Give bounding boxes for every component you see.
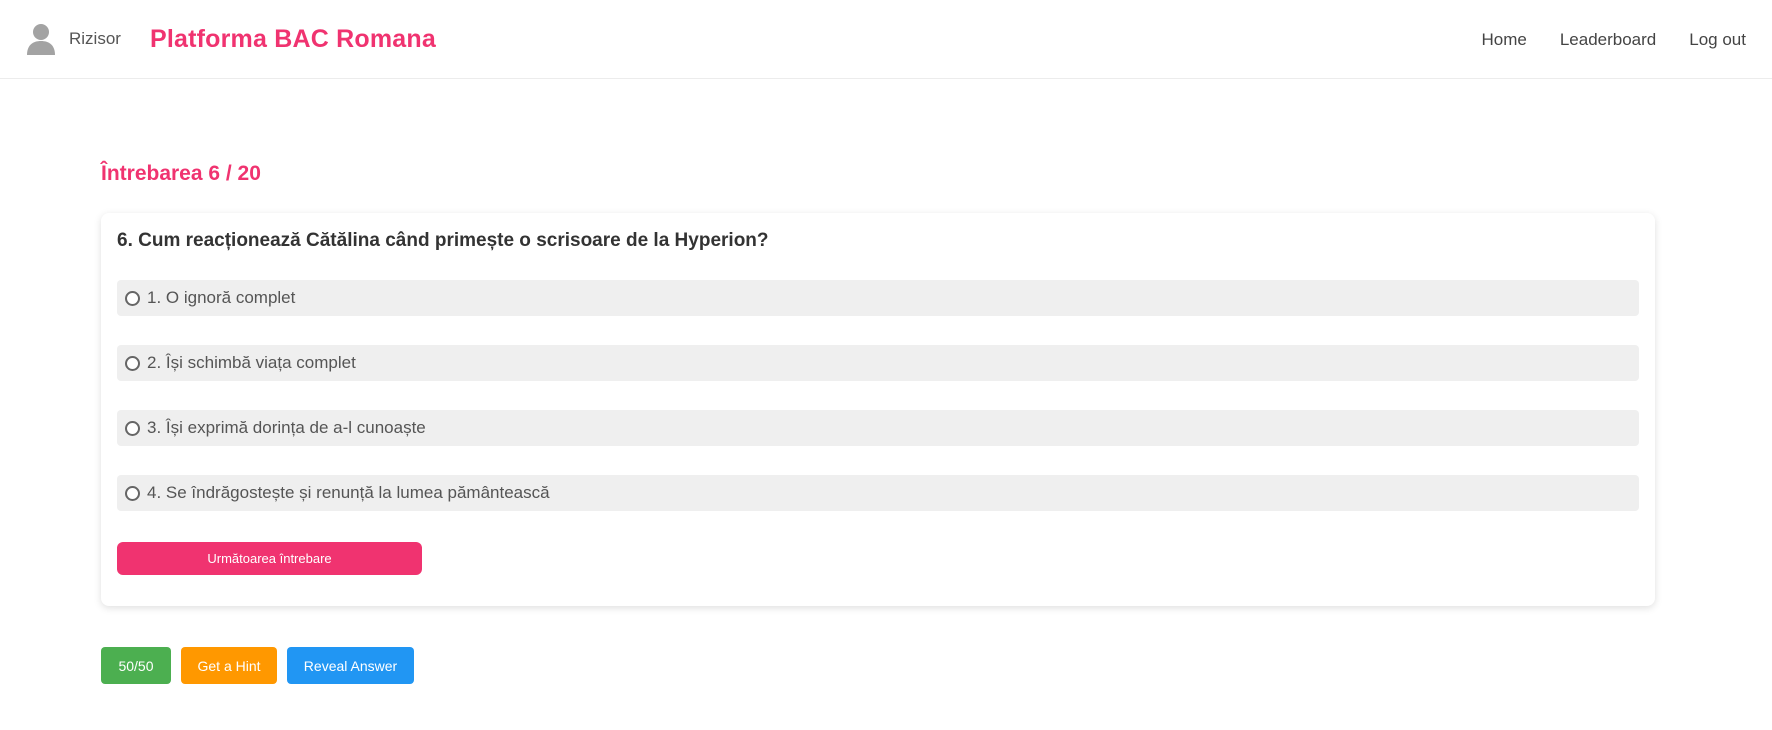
fifty-fifty-button[interactable]: 50/50 <box>101 647 171 684</box>
brand-title[interactable]: Platforma BAC Romana <box>150 25 436 54</box>
lifeline-buttons: 50/50 Get a Hint Reveal Answer <box>101 647 1655 684</box>
question-text: 6. Cum reacționează Cătălina când primeș… <box>117 230 769 251</box>
answer-option-label: 3. Își exprimă dorința de a-l cunoaște <box>147 418 426 437</box>
radio-empty-icon[interactable] <box>125 290 140 306</box>
radio-empty-icon[interactable] <box>125 420 140 436</box>
answer-option-label: 2. Își schimbă viața complet <box>147 353 356 372</box>
next-question-button[interactable]: Următoarea întrebare <box>117 542 422 575</box>
answer-option-4[interactable]: 4. Se îndrăgostește și renunță la lumea … <box>117 475 1639 511</box>
nav-link-leaderboard[interactable]: Leaderboard <box>1560 30 1656 50</box>
answer-option-2[interactable]: 2. Își schimbă viața complet <box>117 345 1639 381</box>
get-hint-button[interactable]: Get a Hint <box>181 647 277 684</box>
nav-link-home[interactable]: Home <box>1481 30 1526 50</box>
user-info[interactable]: Rizisor <box>26 23 121 55</box>
question-card: 6. Cum reacționează Cătălina când primeș… <box>101 213 1655 606</box>
username-label: Rizisor <box>69 29 121 48</box>
answer-option-3[interactable]: 3. Își exprimă dorința de a-l cunoaște <box>117 410 1639 446</box>
quiz-main: Întrebarea 6 / 20 6. Cum reacționează Că… <box>101 159 1655 684</box>
question-progress: Întrebarea 6 / 20 <box>101 162 261 185</box>
reveal-answer-button[interactable]: Reveal Answer <box>287 647 414 684</box>
radio-empty-icon[interactable] <box>125 355 140 371</box>
top-navbar: Rizisor Platforma BAC Romana Home Leader… <box>0 0 1772 79</box>
nav-links: Home Leaderboard Log out <box>1481 0 1746 79</box>
user-avatar-icon[interactable] <box>26 23 56 55</box>
answer-option-label: 1. O ignoră complet <box>147 288 296 307</box>
nav-link-logout[interactable]: Log out <box>1689 30 1746 50</box>
answer-options: 1. O ignoră complet 2. Își schimbă viața… <box>117 280 1639 511</box>
answer-option-1[interactable]: 1. O ignoră complet <box>117 280 1639 316</box>
radio-empty-icon[interactable] <box>125 485 140 501</box>
answer-option-label: 4. Se îndrăgostește și renunță la lumea … <box>147 483 550 502</box>
